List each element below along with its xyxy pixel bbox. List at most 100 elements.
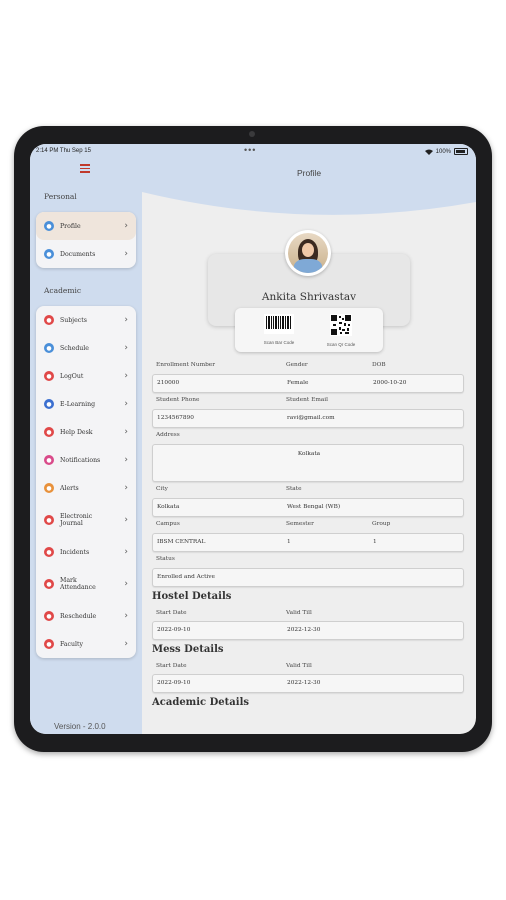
gender-label: Gender: [286, 362, 308, 368]
state-label: State: [286, 486, 302, 492]
sidebar-item-label: Alerts: [60, 484, 79, 492]
mess-details-heading: Mess Details: [152, 644, 224, 655]
sidebar-item-label: LogOut: [60, 372, 84, 380]
chevron-right-icon: ›: [124, 371, 128, 381]
enrollment-value: 210000: [157, 380, 180, 386]
sidebar-item-label: Subjects: [60, 316, 87, 324]
battery-percent: 100%: [435, 148, 451, 155]
documents-icon: ●: [44, 249, 54, 259]
sidebar-item-label: Incidents: [60, 548, 90, 556]
chevron-right-icon: ›: [124, 579, 128, 589]
mess-dates-field[interactable]: 2022-09-10 2022-12-30: [152, 674, 464, 693]
sidebar-item-logout[interactable]: ● LogOut ›: [36, 362, 136, 390]
page-title: Profile: [296, 168, 322, 178]
city-value: Kolkata: [157, 504, 180, 510]
status-bar: 2:14 PM Thu Sep 15 ••• 100%: [30, 144, 476, 158]
tablet-frame: Personal ● Profile › ● Documents › Acade…: [14, 126, 492, 752]
sidebar-item-label: Electronic Journal: [60, 513, 93, 527]
sidebar-item-documents[interactable]: ● Documents ›: [36, 240, 136, 268]
main-content: Profile Ankita Shrivastav Scan Bar Code …: [142, 144, 476, 734]
student-name: Ankita Shrivastav: [261, 291, 357, 303]
hamburger-menu-icon[interactable]: [80, 164, 90, 173]
version-label: Version - 2.0.0: [54, 722, 106, 731]
screen: Personal ● Profile › ● Documents › Acade…: [30, 144, 476, 734]
enrollment-label: Enrollment Number: [156, 362, 215, 368]
sidebar-item-schedule[interactable]: ● Schedule ›: [36, 334, 136, 362]
status-value: Enrolled and Active: [157, 574, 215, 580]
sidebar-item-label: Help Desk: [60, 428, 93, 436]
dob-value: 2000-10-20: [373, 380, 407, 386]
sidebar-item-label: Reschedule: [60, 612, 97, 620]
email-label: Student Email: [286, 397, 328, 403]
chevron-right-icon: ›: [124, 455, 128, 465]
code-box: Scan Bar Code Scan Qr Code: [235, 308, 383, 352]
sidebar-item-incidents[interactable]: ● Incidents ›: [36, 538, 136, 566]
hostel-start-value: 2022-09-10: [157, 627, 191, 633]
avatar[interactable]: [285, 230, 331, 276]
personal-section-label: Personal: [44, 192, 77, 201]
phone-email-field[interactable]: 1234567890 ravi@gmail.com: [152, 409, 464, 428]
mess-valid-label: Valid Till: [286, 663, 312, 669]
hostel-start-label: Start Date: [156, 610, 187, 616]
field-labels-row: Start Date Valid Till: [152, 609, 464, 621]
schedule-icon: ●: [44, 343, 54, 353]
profile-form: Enrollment Number Gender DOB 210000 Fema…: [152, 358, 464, 715]
status-right: 100%: [424, 148, 468, 155]
sidebar-item-profile[interactable]: ● Profile ›: [36, 212, 136, 240]
sidebar-item-notifications[interactable]: ● Notifications ›: [36, 446, 136, 474]
hostel-dates-field[interactable]: 2022-09-10 2022-12-30: [152, 621, 464, 640]
sidebar-item-reschedule[interactable]: ● Reschedule ›: [36, 602, 136, 630]
chevron-right-icon: ›: [124, 343, 128, 353]
field-labels-row: Address: [152, 428, 464, 444]
sidebar-item-label: Documents: [60, 250, 96, 258]
sidebar-item-label: Faculty: [60, 640, 83, 648]
helpdesk-icon: ●: [44, 427, 54, 437]
status-time: 2:14 PM Thu Sep 15: [36, 148, 91, 154]
field-labels-row: Student Phone Student Email: [152, 393, 464, 409]
scan-qr-code-label: Scan Qr Code: [326, 342, 356, 347]
camera: [249, 131, 255, 137]
sidebar-item-attendance[interactable]: ● Mark Attendance ›: [36, 566, 136, 602]
email-value: ravi@gmail.com: [287, 415, 335, 421]
scan-bar-code-button[interactable]: Scan Bar Code: [249, 314, 309, 345]
enrollment-gender-dob-field[interactable]: 210000 Female 2000-10-20: [152, 374, 464, 393]
notifications-icon: ●: [44, 455, 54, 465]
sidebar-item-alerts[interactable]: ● Alerts ›: [36, 474, 136, 502]
multitask-dots-icon[interactable]: •••: [244, 145, 256, 155]
status-field[interactable]: Enrolled and Active: [152, 568, 464, 587]
elearning-icon: ●: [44, 399, 54, 409]
sidebar-item-elearning[interactable]: ● E-Learning ›: [36, 390, 136, 418]
chevron-right-icon: ›: [124, 249, 128, 259]
barcode-icon: [264, 314, 294, 334]
scan-bar-code-label: Scan Bar Code: [263, 340, 295, 345]
chevron-right-icon: ›: [124, 611, 128, 621]
hostel-valid-value: 2022-12-30: [287, 627, 321, 633]
battery-icon: [454, 148, 468, 155]
chevron-right-icon: ›: [124, 315, 128, 325]
scan-qr-code-button[interactable]: Scan Qr Code: [311, 314, 371, 347]
chevron-right-icon: ›: [124, 483, 128, 493]
mess-valid-value: 2022-12-30: [287, 680, 321, 686]
wifi-icon: [424, 149, 433, 155]
sidebar-item-journal[interactable]: ● Electronic Journal ›: [36, 502, 136, 538]
academic-section-label: Academic: [44, 286, 82, 295]
sidebar-item-label: Profile: [60, 222, 81, 230]
gender-value: Female: [287, 380, 309, 386]
sidebar-item-label: Mark Attendance: [60, 577, 96, 591]
semester-value: 1: [287, 539, 291, 545]
avatar-photo: [288, 233, 328, 273]
campus-value: IBSM CENTRAL: [157, 539, 206, 545]
field-labels-row: Start Date Valid Till: [152, 662, 464, 674]
sidebar-item-faculty[interactable]: ● Faculty ›: [36, 630, 136, 658]
sidebar-item-subjects[interactable]: ● Subjects ›: [36, 306, 136, 334]
phone-label: Student Phone: [156, 397, 200, 403]
address-field[interactable]: Kolkata: [152, 444, 464, 482]
field-labels-row: City State: [152, 482, 464, 498]
qr-code-icon: [330, 314, 352, 336]
city-state-field[interactable]: Kolkata West Bengal (WB): [152, 498, 464, 517]
incidents-icon: ●: [44, 547, 54, 557]
mess-start-value: 2022-09-10: [157, 680, 191, 686]
sidebar-item-label: Schedule: [60, 344, 89, 352]
sidebar-item-helpdesk[interactable]: ● Help Desk ›: [36, 418, 136, 446]
campus-semester-group-field[interactable]: IBSM CENTRAL 1 1: [152, 533, 464, 552]
